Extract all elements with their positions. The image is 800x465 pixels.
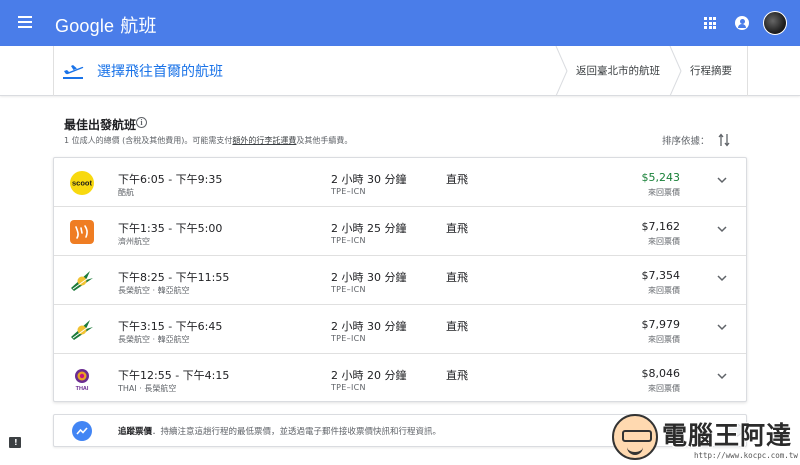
flight-price: $7,354 bbox=[641, 269, 681, 282]
breadcrumb-divider bbox=[747, 46, 748, 96]
price-note-prefix: 1 位成人的總價 (含稅及其他費用)。可能需支付 bbox=[64, 136, 233, 145]
price-note-suffix: 及其他手續費。 bbox=[296, 136, 353, 145]
avatar[interactable] bbox=[763, 11, 787, 35]
flight-route: TPE–ICN bbox=[331, 334, 366, 343]
breadcrumb: 選擇飛往首爾的航班 返回臺北市的航班 行程摘要 bbox=[0, 46, 800, 96]
breadcrumb-current: 選擇飛往首爾的航班 bbox=[97, 64, 223, 80]
jeju-air-logo bbox=[70, 220, 94, 244]
fare-type: 來回票價 bbox=[648, 335, 680, 344]
flight-times: 下午3:15 - 下午6:45 bbox=[118, 320, 223, 333]
app-bar: Google 航班 bbox=[0, 0, 800, 46]
fare-type: 來回票價 bbox=[648, 188, 680, 197]
flight-duration: 2 小時 30 分鐘 bbox=[331, 320, 407, 333]
flight-times: 下午8:25 - 下午11:55 bbox=[118, 271, 230, 284]
eva-air-logo bbox=[71, 320, 93, 340]
breadcrumb-separator bbox=[555, 46, 568, 96]
flight-route: TPE–ICN bbox=[331, 285, 366, 294]
thai-logo: THAI bbox=[75, 369, 89, 392]
airline-name: 長榮航空 · 韓亞航空 bbox=[118, 286, 190, 295]
departure-plane-icon bbox=[63, 65, 84, 79]
airline-name: 濟州航空 bbox=[118, 237, 150, 246]
account-icon[interactable] bbox=[735, 16, 749, 30]
watermark-brand: 電腦王阿達 bbox=[662, 421, 793, 450]
menu-icon[interactable] bbox=[18, 16, 32, 28]
breadcrumb-separator bbox=[669, 46, 682, 96]
results-title: 最佳出發航班 bbox=[64, 118, 137, 132]
chevron-down-icon[interactable] bbox=[717, 373, 727, 380]
fare-type: 來回票價 bbox=[648, 384, 680, 393]
sort-icon[interactable] bbox=[718, 133, 730, 147]
flight-row[interactable]: 下午3:15 - 下午6:45 長榮航空 · 韓亞航空 2 小時 30 分鐘 T… bbox=[54, 305, 746, 354]
brand-product: 航班 bbox=[120, 16, 157, 36]
fare-type: 來回票價 bbox=[648, 237, 680, 246]
flight-duration: 2 小時 30 分鐘 bbox=[331, 173, 407, 186]
tracking-title: 追蹤票價 bbox=[118, 427, 153, 437]
price-note: 1 位成人的總價 (含稅及其他費用)。可能需支付額外的行李託運費及其他手續費。 bbox=[64, 135, 352, 146]
tracking-text: 追蹤票價．持續注意這趟行程的最低票價，並透過電子郵件接收票價快訊和行程資訊。 bbox=[118, 425, 441, 437]
chevron-down-icon[interactable] bbox=[717, 324, 727, 331]
flight-row[interactable]: 下午1:35 - 下午5:00 濟州航空 2 小時 25 分鐘 TPE–ICN … bbox=[54, 207, 746, 256]
airline-name: 長榮航空 · 韓亞航空 bbox=[118, 335, 190, 344]
flight-duration: 2 小時 20 分鐘 bbox=[331, 369, 407, 382]
apps-icon[interactable] bbox=[704, 17, 716, 29]
flight-duration: 2 小時 30 分鐘 bbox=[331, 271, 407, 284]
sort-label: 排序依據： bbox=[662, 136, 710, 147]
breadcrumb-return-flights[interactable]: 返回臺北市的航班 bbox=[576, 63, 660, 78]
flight-price: $7,979 bbox=[641, 318, 681, 331]
airline-name: 酷航 bbox=[118, 188, 134, 197]
flight-times: 下午1:35 - 下午5:00 bbox=[118, 222, 223, 235]
airline-name: THAI · 長榮航空 bbox=[118, 384, 177, 393]
eva-air-logo bbox=[71, 271, 93, 291]
flight-price: $5,243 bbox=[641, 171, 681, 184]
flight-list: scoot 下午6:05 - 下午9:35 酷航 2 小時 30 分鐘 TPE–… bbox=[53, 157, 747, 402]
baggage-fee-link[interactable]: 額外的行李託運費 bbox=[232, 136, 296, 145]
scoot-logo: scoot bbox=[70, 171, 94, 195]
flight-stops: 直飛 bbox=[446, 271, 468, 284]
flight-row[interactable]: scoot 下午6:05 - 下午9:35 酷航 2 小時 30 分鐘 TPE–… bbox=[54, 158, 746, 207]
flight-route: TPE–ICN bbox=[331, 383, 366, 392]
flight-stops: 直飛 bbox=[446, 173, 468, 186]
app-title[interactable]: Google 航班 bbox=[55, 12, 157, 38]
flight-times: 下午12:55 - 下午4:15 bbox=[118, 369, 230, 382]
watermark: 電腦王阿達 http://www.kocpc.com.tw bbox=[610, 410, 798, 464]
tracking-description: ．持續注意這趟行程的最低票價，並透過電子郵件接收票價快訊和行程資訊。 bbox=[152, 427, 442, 437]
flight-route: TPE–ICN bbox=[331, 236, 366, 245]
flight-duration: 2 小時 25 分鐘 bbox=[331, 222, 407, 235]
flight-price: $7,162 bbox=[641, 220, 681, 233]
flight-row[interactable]: 下午8:25 - 下午11:55 長榮航空 · 韓亞航空 2 小時 30 分鐘 … bbox=[54, 256, 746, 305]
flight-price: $8,046 bbox=[641, 367, 681, 380]
info-icon[interactable]: i bbox=[136, 117, 147, 128]
watermark-url: http://www.kocpc.com.tw bbox=[694, 451, 798, 460]
chevron-down-icon[interactable] bbox=[717, 275, 727, 282]
flight-row[interactable]: THAI 下午12:55 - 下午4:15 THAI · 長榮航空 2 小時 2… bbox=[54, 354, 746, 403]
svg-text:scoot: scoot bbox=[72, 179, 93, 188]
brand-google: Google bbox=[55, 16, 115, 36]
feedback-icon[interactable]: ! bbox=[9, 437, 21, 448]
flight-times: 下午6:05 - 下午9:35 bbox=[118, 173, 223, 186]
watermark-mascot-icon bbox=[612, 414, 658, 460]
flight-stops: 直飛 bbox=[446, 222, 468, 235]
price-trend-icon bbox=[72, 421, 92, 441]
breadcrumb-trip-summary[interactable]: 行程摘要 bbox=[690, 63, 732, 78]
flight-stops: 直飛 bbox=[446, 369, 468, 382]
chevron-down-icon[interactable] bbox=[717, 226, 727, 233]
svg-text:THAI: THAI bbox=[76, 386, 89, 392]
chevron-down-icon[interactable] bbox=[717, 177, 727, 184]
flight-route: TPE–ICN bbox=[331, 187, 366, 196]
fare-type: 來回票價 bbox=[648, 286, 680, 295]
flight-stops: 直飛 bbox=[446, 320, 468, 333]
